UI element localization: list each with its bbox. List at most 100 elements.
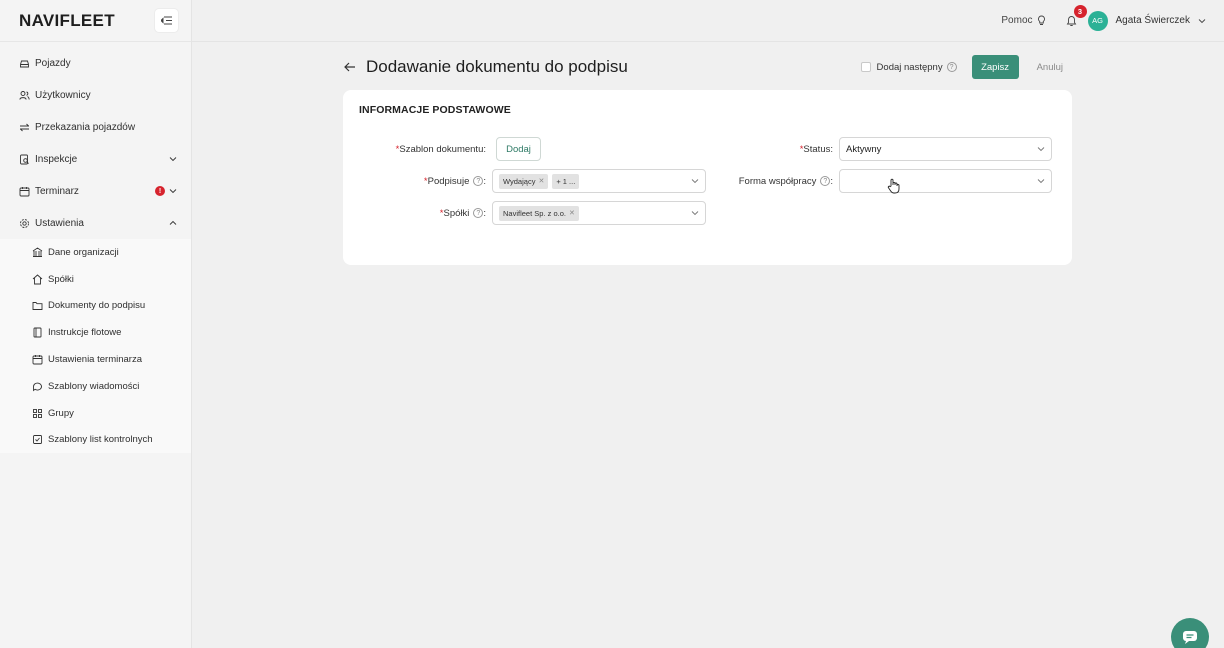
chat-icon [1183,631,1197,644]
sidebar-subitem-dane-organizacji[interactable]: Dane organizacji [0,239,191,266]
chevron-down-icon [1037,177,1045,185]
avatar[interactable]: AG [1087,10,1108,31]
sidebar-item-label: Terminarz [35,185,79,197]
users-icon [19,90,30,101]
sidebar-subitem-label: Dane organizacji [48,246,119,258]
cooperation-label-text: Forma współpracy [738,175,817,187]
logo-row: NAVIFLEET [0,0,191,42]
add-next-label: Dodaj następny [876,61,943,73]
cooperation-select[interactable] [839,169,1052,193]
sidebar-item-przekazania[interactable]: Przekazania pojazdów [0,111,191,143]
sidebar-subitem-grupy[interactable]: Grupy [0,400,191,427]
tag-label: Navifleet Sp. z o.o. [503,208,566,218]
car-icon [19,58,30,69]
companies-select[interactable]: Navifleet Sp. z o.o. ✕ [492,201,706,225]
sidebar-item-label: Ustawienia [35,217,84,229]
chevron-up-icon [169,219,177,227]
template-label: * Szablon dokumentu: [395,143,486,155]
sidebar-item-ustawienia[interactable]: Ustawienia [0,207,191,239]
help-question-icon[interactable]: ? [820,176,831,186]
page-title: Dodawanie dokumentu do podpisu [366,57,628,76]
add-next-option: Dodaj następny ? [860,61,957,73]
status-value: Aktywny [846,143,882,155]
sidebar-subitem-szablony-wiadomosci[interactable]: Szablony wiadomości [0,373,191,400]
sidebar-item-label: Przekazania pojazdów [35,121,136,133]
save-button[interactable]: Zapisz [971,55,1019,79]
sidebar-subitem-label: Dokumenty do podpisu [48,300,146,312]
chevron-down-icon [1037,145,1045,153]
grid-icon [32,408,43,419]
settings-icon [19,218,30,229]
sidebar-subitem-label: Instrukcje flotowe [48,327,122,339]
sidebar-subitem-instrukcje[interactable]: Instrukcje flotowe [0,319,191,346]
sidebar-item-label: Użytkownicy [35,89,91,101]
sidebar-collapse-button[interactable] [155,9,178,32]
building-icon [32,247,43,258]
sidebar-item-label: Inspekcje [35,153,78,165]
chat-button[interactable] [1171,618,1209,648]
collapse-menu-icon [161,16,172,25]
sidebar-item-label: Pojazdy [35,57,71,69]
notifications-button[interactable]: 3 [1066,4,1087,28]
sidebar-subitem-label: Szablony list kontrolnych [48,434,153,446]
inspection-icon [19,154,30,165]
user-name[interactable]: Agata Świerczek [1116,15,1190,26]
checklist-icon [32,434,43,445]
transfer-icon [19,122,30,133]
alert-badge: ! [155,186,165,196]
chevron-down-icon [691,177,699,185]
sidebar-item-pojazdy[interactable]: Pojazdy [0,47,191,79]
sidebar-subitem-spolki[interactable]: Spółki [0,266,191,293]
help-question-icon[interactable]: ? [473,176,484,186]
companies-label: * Spółki ?: [439,207,486,219]
add-next-checkbox[interactable] [860,62,871,72]
sidebar-subitem-label: Szablony wiadomości [48,380,140,392]
cancel-button[interactable]: Anuluj [1037,62,1063,73]
hand-cursor-icon [887,178,901,194]
sidebar-item-inspekcje[interactable]: Inspekcje [0,143,191,175]
company-tag: Navifleet Sp. z o.o. ✕ [499,205,579,221]
chevron-down-icon[interactable] [1198,17,1206,25]
add-template-button[interactable]: Dodaj [496,137,541,161]
notification-count-badge: 3 [1073,4,1087,18]
signer-tag: Wydający ✕ [499,173,549,189]
folder-icon [32,300,43,311]
help-link[interactable]: Pomoc [1001,15,1045,26]
chevron-down-icon [169,155,177,163]
chevron-down-icon [169,187,177,195]
back-arrow-icon[interactable] [343,60,357,74]
close-icon[interactable]: ✕ [569,209,575,217]
signers-select[interactable]: Wydający ✕ + 1 ... [492,169,706,193]
sidebar-subitem-dokumenty[interactable]: Dokumenty do podpisu [0,293,191,320]
help-question-icon[interactable]: ? [473,208,484,218]
basic-info-card: INFORMACJE PODSTAWOWE * Szablon dokumentu… [343,90,1072,265]
lightbulb-icon [1037,15,1045,25]
cooperation-label: Forma współpracy ?: [738,175,833,187]
help-question-icon[interactable]: ? [946,62,957,72]
home-icon [32,274,43,285]
status-select[interactable]: Aktywny [839,137,1052,161]
section-title: INFORMACJE PODSTAWOWE [359,104,511,116]
more-tags-tag: + 1 ... [552,173,580,189]
sidebar-item-terminarz[interactable]: Terminarz ! [0,175,191,207]
signers-label-text: Podpisuje [427,175,470,187]
topbar: Pomoc 3 AG Agata Świerczek [192,0,1224,42]
companies-label-text: Spółki [443,207,470,219]
sidebar-subitem-label: Grupy [48,407,74,419]
book-icon [32,327,43,338]
settings-subnav: Dane organizacji Spółki Dokumenty do pod… [0,239,191,454]
calendar-icon [32,354,43,365]
status-label-text: Status: [803,143,833,155]
main-nav: Pojazdy Użytkownicy Przekazania pojazdów… [0,42,191,454]
tag-label: Wydający [503,176,536,186]
sidebar-subitem-label: Spółki [48,273,74,285]
status-label: * Status: [799,143,833,155]
sidebar-subitem-szablony-list[interactable]: Szablony list kontrolnych [0,427,191,454]
sidebar-subitem-ustawienia-terminarza[interactable]: Ustawienia terminarza [0,346,191,373]
template-label-text: Szablon dokumentu: [399,143,486,155]
tag-label: + 1 ... [556,176,576,186]
close-icon[interactable]: ✕ [538,177,544,185]
sidebar-item-uzytkownicy[interactable]: Użytkownicy [0,79,191,111]
calendar-icon [19,186,30,197]
chevron-down-icon [691,209,699,217]
